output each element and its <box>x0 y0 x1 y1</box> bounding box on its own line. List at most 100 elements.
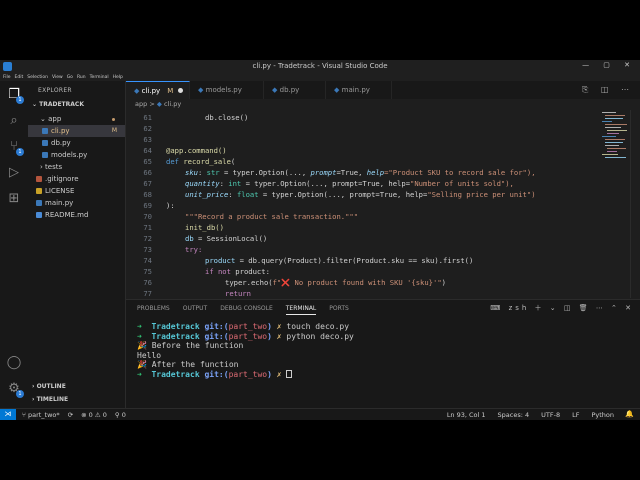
settings-gear-icon[interactable]: ⚙ 1 <box>6 381 24 398</box>
markdown-file-icon <box>36 212 42 218</box>
line-number: 66 <box>143 168 152 177</box>
tab-ports[interactable]: PORTS <box>329 305 349 315</box>
outline-section[interactable]: › OUTLINE <box>32 383 66 390</box>
tree-folder-app[interactable]: ⌄ app <box>28 113 125 125</box>
account-icon[interactable]: ◯ <box>6 355 22 371</box>
vscode-window: cli.py - Tradetrack - Visual Studio Code… <box>0 60 640 420</box>
panel-tabs: PROBLEMS OUTPUT DEBUG CONSOLE TERMINAL P… <box>137 305 349 315</box>
python-file-icon <box>36 200 42 206</box>
end-of-line[interactable]: LF <box>572 411 579 419</box>
source-control-icon[interactable]: ⑂ 1 <box>6 139 24 156</box>
terminal-actions[interactable]: ⌨ zsh ＋ ⌄ ◫ 🗑 ⋯ ⌃ ✕ <box>490 303 634 313</box>
prompt-line: ➜ Tradetrack git:(part_two) ✗ python dec… <box>137 331 354 341</box>
code-line-68: unit_price: float = typer.Option(..., pr… <box>185 190 536 199</box>
python-file-icon <box>42 128 48 134</box>
output-line: 🎉 After the function <box>137 360 239 369</box>
line-number: 76 <box>143 278 152 287</box>
line-number: 65 <box>143 157 152 166</box>
cursor-position[interactable]: Ln 93, Col 1 <box>447 411 486 419</box>
tab-cli[interactable]: ◆ cli.py M <box>126 81 190 99</box>
code-line-64: @app.command() <box>166 146 227 155</box>
tab-problems[interactable]: PROBLEMS <box>137 305 170 315</box>
line-number: 63 <box>143 135 152 144</box>
line-number: 77 <box>143 289 152 298</box>
tree-file-license[interactable]: LICENSE <box>28 185 125 197</box>
line-number: 68 <box>143 190 152 199</box>
code-line-65: def record_sale( <box>166 157 236 166</box>
timeline-section[interactable]: › TIMELINE <box>32 396 68 403</box>
code-line-72: db = SessionLocal() <box>185 234 268 243</box>
menu-terminal[interactable]: Terminal <box>90 75 109 80</box>
code-line-76: typer.echo(f"❌ No product found with SKU… <box>225 278 446 287</box>
breadcrumb-file[interactable]: cli.py <box>164 100 181 108</box>
breadcrumb: app > ◆ cli.py <box>135 100 182 108</box>
tree-file-readme[interactable]: README.md <box>28 209 125 221</box>
python-file-icon: ◆ <box>156 100 162 108</box>
explorer-sidebar: EXPLORER ⌄ TRADETRACK ⌄ app cli.py M db.p… <box>28 81 126 408</box>
encoding[interactable]: UTF-8 <box>541 411 560 419</box>
remote-indicator-icon[interactable]: ⋊ <box>0 409 16 420</box>
git-file-icon <box>36 176 42 182</box>
code-line-73: try: <box>185 245 203 254</box>
menu-file[interactable]: File <box>3 75 11 80</box>
line-number: 74 <box>143 256 152 265</box>
tree-file-main[interactable]: main.py <box>28 197 125 209</box>
editor-scrollbar[interactable] <box>630 110 638 298</box>
menu-view[interactable]: View <box>52 75 63 80</box>
menu-run[interactable]: Run <box>77 75 86 80</box>
output-line: 🎉 Before the function <box>137 341 244 350</box>
tab-db[interactable]: ◆ db.py <box>264 81 326 99</box>
explorer-icon[interactable]: ❐ 1 <box>6 87 24 104</box>
prompt-line: ➜ Tradetrack git:(part_two) ✗ touch deco… <box>137 322 350 331</box>
settings-badge: 1 <box>16 390 24 398</box>
explorer-header: EXPLORER <box>38 87 72 94</box>
python-file-icon <box>42 140 48 146</box>
tab-models[interactable]: ◆ models.py <box>190 81 264 99</box>
notifications-bell-icon[interactable]: 🔔 <box>625 410 634 418</box>
code-line-77: return <box>225 289 251 298</box>
line-number: 64 <box>143 146 152 155</box>
branch-indicator[interactable]: ⑂ part_two* <box>22 411 60 419</box>
indentation[interactable]: Spaces: 4 <box>498 411 530 419</box>
tree-file-cli[interactable]: cli.py M <box>28 125 125 137</box>
ports-indicator[interactable]: ⚲ 0 <box>115 411 126 419</box>
editor-tabs: ◆ cli.py M ◆ models.py ◆ db.py ◆ main.py … <box>126 81 640 99</box>
language-mode[interactable]: Python <box>591 411 614 419</box>
menu-selection[interactable]: Selection <box>27 75 48 80</box>
line-number: 72 <box>143 234 152 243</box>
run-debug-icon[interactable]: ▷ <box>6 165 22 181</box>
tree-folder-tests[interactable]: › tests <box>28 161 125 173</box>
code-line-75: if not product: <box>205 267 270 276</box>
unsaved-dot-icon <box>178 88 184 93</box>
workspace-root[interactable]: ⌄ TRADETRACK <box>32 101 84 108</box>
window-controls[interactable]: — ▢ ✕ <box>582 61 636 69</box>
breadcrumb-folder[interactable]: app <box>135 100 147 108</box>
menu-edit[interactable]: Edit <box>15 75 24 80</box>
terminal-output[interactable]: ➜ Tradetrack git:(part_two) ✗ touch deco… <box>137 322 354 379</box>
sync-icon[interactable]: ⟳ <box>68 411 73 419</box>
minimap[interactable] <box>602 110 628 170</box>
menu-go[interactable]: Go <box>67 75 73 80</box>
tab-output[interactable]: OUTPUT <box>183 305 207 315</box>
code-editor[interactable]: 61 62 63 64 65 66 67 68 69 70 71 72 73 7… <box>126 110 640 298</box>
tab-debug-console[interactable]: DEBUG CONSOLE <box>220 305 273 315</box>
tree-file-models[interactable]: models.py <box>28 149 125 161</box>
bottom-panel: PROBLEMS OUTPUT DEBUG CONSOLE TERMINAL P… <box>126 299 640 408</box>
prompt-line: ➜ Tradetrack git:(part_two) ✗ <box>137 369 293 379</box>
tab-main[interactable]: ◆ main.py <box>326 81 392 99</box>
tab-terminal[interactable]: TERMINAL <box>285 305 317 315</box>
search-icon[interactable]: ⌕ <box>6 113 22 129</box>
extensions-icon[interactable]: ⊞ <box>6 191 22 207</box>
line-number: 71 <box>143 223 152 232</box>
code-line-70: """Record a product sale transaction.""" <box>185 212 359 221</box>
code-line-69: ): <box>166 201 175 210</box>
source-control-badge: 1 <box>16 148 24 156</box>
editor-actions[interactable]: ⎘ ◫ ⋯ <box>582 85 634 95</box>
shell-name: zsh <box>508 304 530 312</box>
code-line-66: sku: str = typer.Option(..., prompt=True… <box>185 168 536 177</box>
tree-file-db[interactable]: db.py <box>28 137 125 149</box>
tree-file-gitignore[interactable]: .gitignore <box>28 173 125 185</box>
menu-help[interactable]: Help <box>113 75 123 80</box>
problems-indicator[interactable]: ⊗ 0 ⚠ 0 <box>81 411 107 419</box>
line-number: 69 <box>143 201 152 210</box>
